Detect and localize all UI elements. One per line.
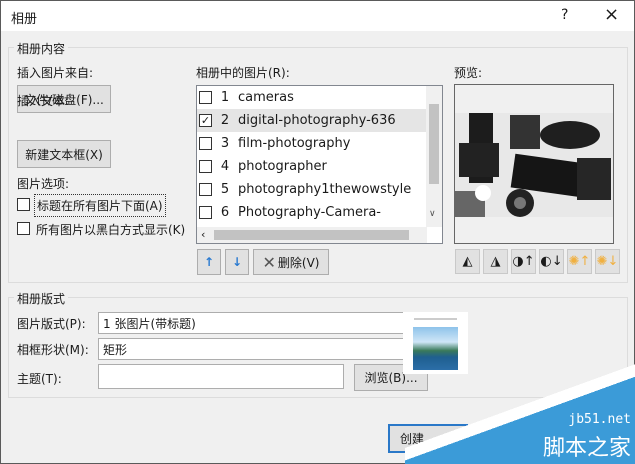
- list-item[interactable]: 1 cameras: [197, 86, 427, 109]
- theme-input[interactable]: [98, 364, 344, 389]
- list-item[interactable]: 6 Photography-Camera-: [197, 201, 427, 224]
- picture-options-label: 图片选项:: [17, 177, 70, 191]
- contrast-up-icon: ◑↑: [512, 254, 535, 269]
- picture-number: 3: [220, 136, 230, 151]
- black-white-label[interactable]: 所有图片以黑白方式显示(K): [36, 221, 185, 238]
- picture-name: digital-photography-636: [238, 113, 396, 128]
- move-down-button[interactable]: ↓: [225, 249, 249, 275]
- new-textbox-button[interactable]: 新建文本框(X): [17, 140, 111, 168]
- watermark-name: 脚本之家: [542, 436, 631, 461]
- horizontal-scrollbar[interactable]: ‹: [197, 227, 427, 243]
- delete-label: 删除(V): [277, 255, 320, 270]
- move-up-button[interactable]: ↑: [197, 249, 221, 275]
- watermark: jb51.net 脚本之家: [405, 340, 635, 464]
- album-content-label: 相册内容: [14, 40, 69, 57]
- scrollbar-thumb[interactable]: [214, 230, 409, 240]
- contrast-down-icon: ◐↓: [540, 254, 563, 269]
- picture-number: 1: [220, 90, 230, 105]
- brightness-down-icon: ✺↓: [596, 254, 619, 269]
- list-item[interactable]: 3 film-photography: [197, 132, 427, 155]
- close-button[interactable]: ×: [604, 4, 619, 25]
- insert-text-label: 插入文本:: [17, 94, 70, 108]
- preview-pane: [454, 84, 614, 244]
- pictures-in-album-label: 相册中的图片(R):: [196, 66, 290, 80]
- album-layout-label: 相册版式: [14, 290, 69, 307]
- pictures-listbox[interactable]: 1 cameras ✓ 2 digital-photography-636 3 film…: [196, 85, 443, 244]
- rotate-left-icon: ◭: [462, 254, 473, 269]
- captions-below-label[interactable]: 标题在所有图片下面(A): [34, 194, 166, 217]
- picture-checkbox[interactable]: ✓: [199, 114, 212, 127]
- picture-layout-value: 1 张图片(带标题): [103, 316, 196, 331]
- delete-button[interactable]: ✕ 删除(V): [253, 249, 329, 275]
- help-button[interactable]: ?: [561, 7, 568, 23]
- list-item[interactable]: 4 photographer: [197, 155, 427, 178]
- picture-name: Photography-Camera-: [238, 205, 381, 220]
- picture-layout-select[interactable]: 1 张图片(带标题)∨: [98, 312, 429, 334]
- scroll-down-icon[interactable]: ∨: [429, 209, 436, 219]
- black-white-checkbox[interactable]: [17, 222, 30, 235]
- increase-brightness-button[interactable]: ✺↑: [567, 249, 592, 274]
- scroll-left-icon[interactable]: ‹: [201, 228, 205, 241]
- frame-shape-select[interactable]: 矩形∨: [98, 338, 429, 360]
- scrollbar-thumb[interactable]: [429, 104, 439, 184]
- insert-from-label: 插入图片来自:: [17, 66, 94, 80]
- frame-shape-label: 相框形状(M):: [17, 343, 89, 357]
- dialog-title: 相册: [11, 12, 38, 27]
- title-placeholder: [414, 318, 457, 320]
- picture-number: 5: [220, 182, 230, 197]
- theme-label: 主题(T):: [17, 372, 62, 386]
- picture-name: photographer: [238, 159, 327, 174]
- rotate-right-button[interactable]: ◮: [483, 249, 508, 274]
- picture-number: 6: [220, 205, 230, 220]
- picture-checkbox[interactable]: [199, 206, 212, 219]
- decrease-contrast-button[interactable]: ◐↓: [539, 249, 564, 274]
- list-item[interactable]: 5 photography1thewowstyle: [197, 178, 427, 201]
- picture-number: 2: [220, 113, 230, 128]
- rotate-right-icon: ◮: [490, 254, 501, 269]
- captions-below-checkbox[interactable]: [17, 198, 30, 211]
- frame-shape-value: 矩形: [103, 342, 128, 357]
- rotate-left-button[interactable]: ◭: [455, 249, 480, 274]
- brightness-up-icon: ✺↑: [568, 254, 591, 269]
- picture-checkbox[interactable]: [199, 160, 212, 173]
- picture-checkbox[interactable]: [199, 137, 212, 150]
- picture-layout-label: 图片版式(P):: [17, 317, 86, 331]
- vertical-scrollbar[interactable]: ∨: [426, 86, 442, 227]
- preview-label: 预览:: [454, 66, 483, 80]
- picture-name: photography1thewowstyle: [238, 182, 412, 197]
- picture-name: film-photography: [238, 136, 351, 151]
- delete-x-icon: ✕: [262, 252, 276, 272]
- title-bar: 相册 ? ×: [1, 1, 634, 31]
- watermark-site: jb51.net: [568, 412, 631, 427]
- picture-checkbox[interactable]: [199, 91, 212, 104]
- picture-name: cameras: [238, 90, 294, 105]
- decrease-brightness-button[interactable]: ✺↓: [595, 249, 620, 274]
- picture-checkbox[interactable]: [199, 183, 212, 196]
- list-item[interactable]: ✓ 2 digital-photography-636: [197, 109, 427, 132]
- increase-contrast-button[interactable]: ◑↑: [511, 249, 536, 274]
- picture-number: 4: [220, 159, 230, 174]
- camera-preview-image: [455, 113, 613, 217]
